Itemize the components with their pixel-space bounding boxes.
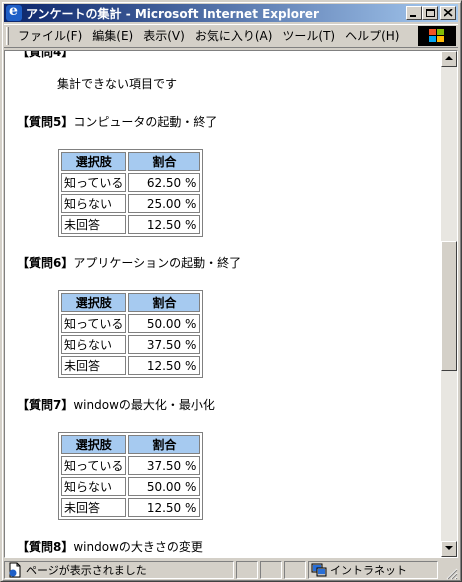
minimize-button[interactable]: [406, 6, 422, 20]
browser-window: アンケートの集計 - Microsoft Internet Explorer フ…: [0, 0, 462, 582]
status-zone-panel: イントラネット: [308, 561, 438, 579]
ratio-cell: 62.50 %: [128, 173, 201, 192]
menu-favorites[interactable]: お気に入り(A): [190, 26, 278, 46]
table-row: 知っている 50.00 %: [61, 314, 201, 333]
question-8-heading: 【質問8】windowの大きさの変更: [17, 538, 203, 555]
question-4-heading-cut: 【質問4】: [17, 51, 74, 59]
minimize-icon: [410, 15, 416, 17]
table-header-row: 選択肢 割合: [61, 152, 201, 171]
ratio-cell: 12.50 %: [128, 498, 201, 517]
arrow-down-icon: [445, 546, 453, 550]
arrow-up-icon: [445, 56, 453, 60]
choice-cell: 未回答: [61, 356, 127, 375]
scroll-down-button[interactable]: [441, 541, 457, 557]
close-button[interactable]: [440, 6, 456, 20]
choice-cell: 未回答: [61, 215, 127, 234]
question-5-heading: 【質問5】コンピュータの起動・終了: [17, 113, 217, 130]
title-bar[interactable]: アンケートの集計 - Microsoft Internet Explorer: [4, 3, 458, 22]
uncountable-note: 集計できない項目です: [57, 77, 178, 91]
page-content: 【質問4】 集計できない項目です 【質問5】コンピュータの起動・終了 選択肢 割…: [5, 51, 441, 557]
table-row: 知らない 25.00 %: [61, 194, 201, 213]
ie-icon: [6, 3, 22, 21]
menu-tools[interactable]: ツール(T): [277, 26, 340, 46]
table-row: 未回答 12.50 %: [61, 215, 201, 234]
intranet-icon: [311, 563, 327, 577]
table-row: 知っている 37.50 %: [61, 456, 201, 475]
maximize-icon: [426, 9, 435, 17]
question-7-title: windowの最大化・最小化: [73, 398, 215, 412]
question-7-table: 選択肢 割合 知っている 37.50 % 知らない 50.00 % 未回答 12…: [58, 432, 204, 520]
choice-cell: 知っている: [61, 314, 127, 333]
ratio-cell: 37.50 %: [128, 335, 201, 354]
status-bar: ページが表示されました イントラネット: [4, 560, 458, 580]
windows-logo-icon: [418, 26, 456, 46]
choice-cell: 知らない: [61, 335, 127, 354]
menu-bar: ファイル(F) 編集(E) 表示(V) お気に入り(A) ツール(T) ヘルプ(…: [4, 24, 458, 48]
vertical-scrollbar[interactable]: [441, 51, 457, 557]
status-panel-1: [236, 561, 258, 579]
ratio-cell: 50.00 %: [128, 477, 201, 496]
question-5-prefix: 【質問5】: [17, 115, 74, 129]
header-ratio: 割合: [128, 435, 201, 454]
header-choice: 選択肢: [61, 293, 127, 312]
question-5-table: 選択肢 割合 知っている 62.50 % 知らない 25.00 % 未回答 12…: [58, 149, 204, 237]
choice-cell: 知っている: [61, 456, 127, 475]
choice-cell: 知っている: [61, 173, 127, 192]
table-row: 未回答 12.50 %: [61, 356, 201, 375]
status-text: ページが表示されました: [26, 564, 147, 577]
header-choice: 選択肢: [61, 435, 127, 454]
ratio-cell: 12.50 %: [128, 356, 201, 375]
table-row: 知らない 37.50 %: [61, 335, 201, 354]
status-panel-2: [260, 561, 282, 579]
page-viewport: 【質問4】 集計できない項目です 【質問5】コンピュータの起動・終了 選択肢 割…: [4, 50, 458, 558]
question-8-title: windowの大きさの変更: [73, 540, 203, 554]
table-header-row: 選択肢 割合: [61, 293, 201, 312]
status-main-panel: ページが表示されました: [4, 561, 234, 579]
zone-text: イントラネット: [330, 564, 407, 577]
header-ratio: 割合: [128, 152, 201, 171]
question-6-title: アプリケーションの起動・終了: [73, 256, 242, 270]
ratio-cell: 37.50 %: [128, 456, 201, 475]
question-6-prefix: 【質問6】: [17, 256, 74, 270]
menu-file[interactable]: ファイル(F): [13, 26, 87, 46]
question-8-prefix: 【質問8】: [17, 540, 74, 554]
menu-view[interactable]: 表示(V): [138, 26, 190, 46]
table-row: 知らない 50.00 %: [61, 477, 201, 496]
scroll-thumb[interactable]: [441, 241, 457, 371]
table-header-row: 選択肢 割合: [61, 435, 201, 454]
question-6-table: 選択肢 割合 知っている 50.00 % 知らない 37.50 % 未回答 12…: [58, 290, 204, 378]
window-controls: [406, 6, 456, 20]
table-row: 知っている 62.50 %: [61, 173, 201, 192]
scroll-up-button[interactable]: [441, 51, 457, 67]
ratio-cell: 12.50 %: [128, 215, 201, 234]
menu-help[interactable]: ヘルプ(H): [340, 26, 404, 46]
header-ratio: 割合: [128, 293, 201, 312]
choice-cell: 知らない: [61, 194, 127, 213]
window-title: アンケートの集計 - Microsoft Internet Explorer: [26, 6, 319, 21]
ratio-cell: 50.00 %: [128, 314, 201, 333]
question-7-heading: 【質問7】windowの最大化・最小化: [17, 396, 215, 413]
header-choice: 選択肢: [61, 152, 127, 171]
choice-cell: 未回答: [61, 498, 127, 517]
resize-grip-icon[interactable]: [446, 568, 458, 580]
question-7-prefix: 【質問7】: [17, 398, 74, 412]
close-icon: [444, 9, 453, 17]
question-6-heading: 【質問6】アプリケーションの起動・終了: [17, 254, 241, 271]
question-5-title: コンピュータの起動・終了: [73, 115, 218, 129]
maximize-button[interactable]: [422, 6, 438, 20]
status-panel-3: [284, 561, 306, 579]
menu-grip[interactable]: [6, 27, 9, 45]
page-done-icon: [9, 562, 21, 578]
menu-edit[interactable]: 編集(E): [87, 26, 138, 46]
ratio-cell: 25.00 %: [128, 194, 201, 213]
choice-cell: 知らない: [61, 477, 127, 496]
table-row: 未回答 12.50 %: [61, 498, 201, 517]
